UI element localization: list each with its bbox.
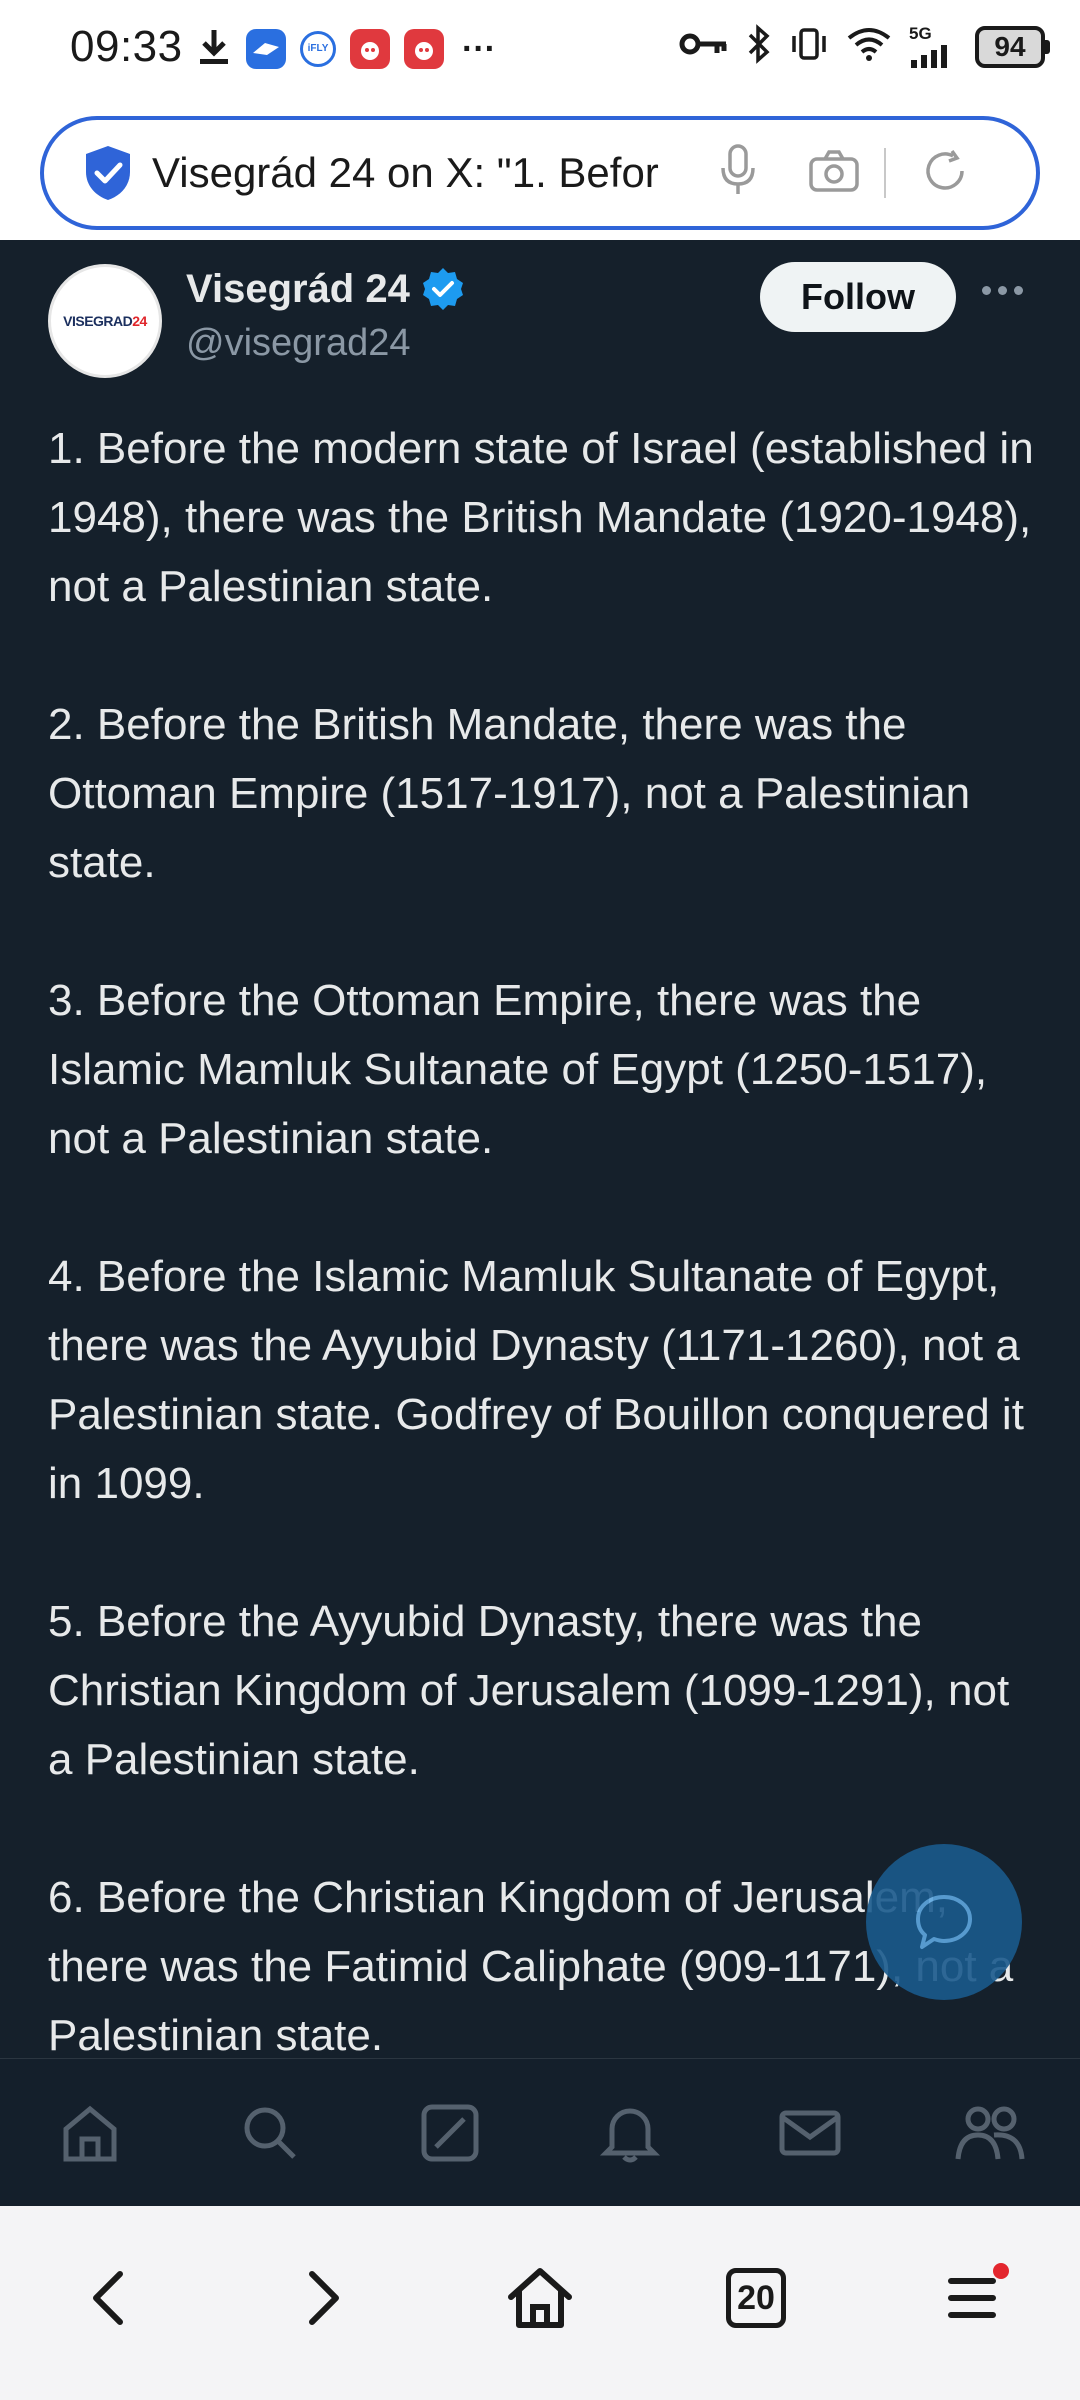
notifications-nav-icon[interactable] bbox=[594, 2097, 666, 2169]
messages-nav-icon[interactable] bbox=[774, 2097, 846, 2169]
more-notifications-icon: ··· bbox=[462, 29, 496, 68]
address-bar[interactable]: Visegrád 24 on X: "1. Befor bbox=[40, 116, 1040, 230]
tabs-button[interactable]: 20 bbox=[711, 2253, 801, 2343]
handle[interactable]: @visegrad24 bbox=[186, 322, 410, 365]
back-icon[interactable] bbox=[63, 2253, 153, 2343]
system-icons: 5G 94 bbox=[679, 24, 1050, 69]
ifly-icon: iFLY bbox=[300, 30, 336, 67]
separator bbox=[884, 148, 886, 198]
tweet-view: VISEGRAD24 Visegrád 24 @visegrad24 Follo… bbox=[0, 240, 1080, 2206]
home-icon[interactable] bbox=[495, 2253, 585, 2343]
search-nav-icon[interactable] bbox=[234, 2097, 306, 2169]
tab-count: 20 bbox=[726, 2268, 786, 2328]
shield-icon bbox=[86, 146, 130, 200]
grok-nav-icon[interactable] bbox=[414, 2097, 486, 2169]
tweet-paragraph: 5. Before the Ayyubid Dynasty, there was… bbox=[48, 1597, 1010, 1784]
battery-level: 94 bbox=[975, 25, 1045, 68]
microphone-icon[interactable] bbox=[720, 143, 756, 203]
tweet-paragraph: 3. Before the Ottoman Empire, there was … bbox=[48, 976, 988, 1163]
battery-icon: 94 bbox=[975, 25, 1050, 68]
notification-dot bbox=[993, 2263, 1009, 2279]
follow-button[interactable]: Follow bbox=[760, 262, 956, 332]
menu-icon[interactable] bbox=[927, 2253, 1017, 2343]
camera-icon[interactable] bbox=[808, 149, 860, 198]
display-name[interactable]: Visegrád 24 bbox=[186, 267, 410, 312]
x-bottom-nav bbox=[0, 2058, 1080, 2206]
tweet-paragraph: 2. Before the British Mandate, there was… bbox=[48, 700, 971, 887]
forward-icon[interactable] bbox=[279, 2253, 369, 2343]
verified-badge-icon bbox=[422, 268, 463, 310]
notification-icons: iFLY ··· bbox=[196, 26, 496, 71]
more-options-icon[interactable] bbox=[982, 286, 1023, 295]
status-time: 09:33 bbox=[70, 22, 183, 71]
reply-fab[interactable] bbox=[866, 1844, 1022, 2000]
game-app-icon bbox=[350, 28, 390, 69]
wifi-icon bbox=[847, 26, 891, 67]
app-notification-icon bbox=[246, 28, 286, 69]
home-nav-icon[interactable] bbox=[54, 2097, 126, 2169]
display-name-row[interactable]: Visegrád 24 bbox=[186, 266, 466, 312]
signal-icon: 5G bbox=[909, 25, 957, 68]
reply-bubble-icon bbox=[916, 1895, 972, 1949]
status-bar: 09:33 iFLY ··· 5G 94 bbox=[0, 0, 1080, 104]
tweet-paragraph: 4. Before the Islamic Mamluk Sultanate o… bbox=[48, 1252, 1024, 1508]
url-text[interactable]: Visegrád 24 on X: "1. Befor bbox=[152, 149, 692, 197]
key-icon bbox=[679, 29, 729, 64]
bluetooth-icon bbox=[747, 24, 771, 69]
reload-icon[interactable] bbox=[922, 148, 968, 199]
browser-toolbar: Visegrád 24 on X: "1. Befor bbox=[0, 104, 1080, 240]
communities-nav-icon[interactable] bbox=[954, 2097, 1026, 2169]
browser-bottom-bar: 20 bbox=[0, 2206, 1080, 2400]
vibrate-icon bbox=[789, 24, 829, 69]
download-icon bbox=[196, 26, 232, 71]
network-type: 5G bbox=[909, 24, 932, 43]
game-app-icon-2 bbox=[404, 28, 444, 69]
avatar-logo: VISEGRAD24 bbox=[63, 313, 147, 329]
tweet-paragraph: 1. Before the modern state of Israel (es… bbox=[48, 424, 1034, 611]
avatar[interactable]: VISEGRAD24 bbox=[48, 264, 162, 378]
